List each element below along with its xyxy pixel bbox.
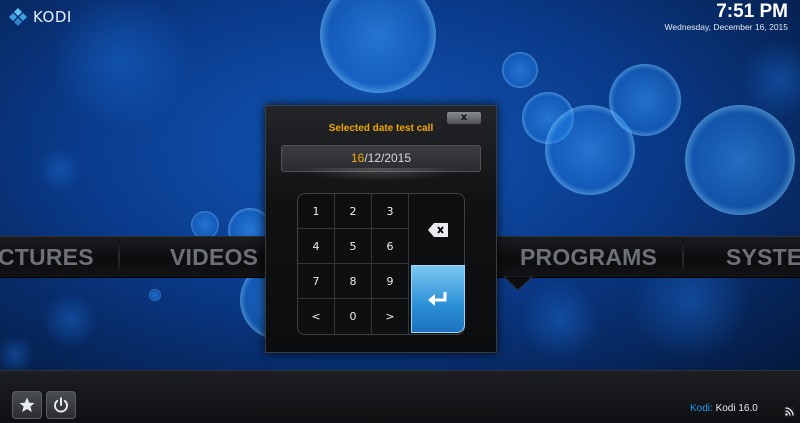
clock-time: 7:51 PM	[716, 1, 788, 22]
clock-date: Wednesday, December 16, 2015	[664, 22, 788, 32]
menu-item-videos[interactable]: VIDEOS	[170, 237, 258, 277]
menu-arrow-icon	[503, 276, 533, 291]
key-4[interactable]: 4	[298, 229, 335, 264]
key-1[interactable]: 1	[298, 194, 335, 229]
power-icon	[54, 397, 68, 413]
favourites-button[interactable]	[12, 391, 42, 419]
date-month-year-segment: /12/2015	[364, 151, 412, 165]
menu-item-programs[interactable]: PROGRAMS	[520, 237, 657, 277]
menu-separator	[118, 239, 120, 275]
menu-item-system[interactable]: SYSTE	[726, 237, 800, 277]
key-0[interactable]: 0	[335, 299, 372, 334]
power-button[interactable]	[46, 391, 76, 419]
key-2[interactable]: 2	[335, 194, 372, 229]
dialog-title: Selected date test call	[328, 123, 434, 134]
date-field-glow	[300, 168, 460, 182]
menu-separator	[682, 239, 684, 275]
enter-button[interactable]	[411, 265, 465, 333]
bottom-bar	[0, 370, 800, 423]
star-icon	[19, 397, 35, 413]
key-next[interactable]: >	[372, 299, 409, 334]
date-day-segment: 16	[350, 151, 365, 165]
key-5[interactable]: 5	[335, 229, 372, 264]
kodi-logo: KODI	[8, 6, 72, 28]
key-6[interactable]: 6	[372, 229, 409, 264]
backspace-button[interactable]	[410, 194, 464, 265]
kodi-logo-icon	[9, 8, 27, 26]
logo-text: KODI	[33, 8, 72, 26]
rss-icon	[784, 406, 795, 417]
version-label: Kodi: Kodi 16.0	[690, 403, 780, 414]
version-brand: Kodi:	[690, 403, 713, 414]
version-text: Kodi 16.0	[715, 403, 758, 414]
key-7[interactable]: 7	[298, 264, 335, 299]
backspace-icon	[427, 222, 448, 237]
key-8[interactable]: 8	[335, 264, 372, 299]
menu-item-pictures[interactable]: CTURES	[0, 237, 94, 277]
key-3[interactable]: 3	[372, 194, 409, 229]
key-previous[interactable]: <	[298, 299, 335, 334]
kodi-home-screen: KODI 7:51 PM Wednesday, December 16, 201…	[0, 0, 800, 423]
clock: 7:51 PM Wednesday, December 16, 2015	[665, 1, 788, 32]
enter-icon	[428, 292, 447, 306]
key-9[interactable]: 9	[372, 264, 409, 299]
